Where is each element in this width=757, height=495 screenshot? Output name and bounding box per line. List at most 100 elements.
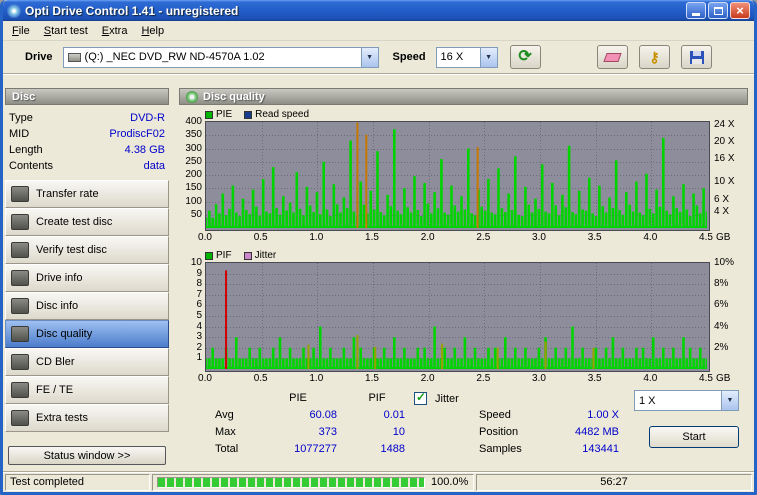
pie-y-axis-right: 24 X 20 X 16 X 10 X6 X4 X xyxy=(714,119,735,218)
pie-y-axis-left: 400 350 300 250 200 150 100 50 xyxy=(185,116,202,220)
transfer-rate-icon xyxy=(11,186,29,202)
title-bar[interactable]: Opti Drive Control 1.41 - unregistered × xyxy=(3,0,754,21)
avg-label: Avg xyxy=(215,409,234,421)
maximize-icon xyxy=(713,6,723,15)
start-button[interactable]: Start xyxy=(649,426,739,448)
pie-x-axis: 0.0 0.5 1.0 1.5 2.0 2.5 3.0 3.5 4.0 4.5 GB xyxy=(198,232,731,243)
status-text: Test completed xyxy=(5,473,150,491)
samples-value: 143441 xyxy=(582,443,619,455)
sidebar-item-transfer-rate[interactable]: Transfer rate xyxy=(5,180,169,208)
sidebar-item-label: CD Bler xyxy=(36,356,75,368)
pie-plot-area xyxy=(205,121,710,231)
test-speed-select[interactable]: 1 X ▼ xyxy=(634,390,739,411)
sidebar-item-disc-info[interactable]: Disc info xyxy=(5,292,169,320)
total-label: Total xyxy=(215,443,239,455)
disc-type-value: DVD-R xyxy=(130,112,165,124)
pie-chart-legend: PIE Read speed xyxy=(205,108,748,121)
disc-panel-header: Disc xyxy=(5,88,169,105)
register-button[interactable]: ⚷ xyxy=(639,45,670,69)
sidebar-item-cd-bler[interactable]: CD Bler xyxy=(5,348,169,376)
disc-mid-label: MID xyxy=(9,128,30,140)
close-icon: × xyxy=(736,3,744,18)
chevron-down-icon[interactable]: ▼ xyxy=(479,47,497,67)
disc-info-row: Length 4.38 GB xyxy=(9,142,165,158)
extra-tests-icon xyxy=(11,410,29,426)
chevron-down-icon[interactable]: ▼ xyxy=(721,391,738,410)
pie-column-header: PIE xyxy=(289,392,307,404)
sidebar-item-label: Verify test disc xyxy=(36,244,107,256)
speed-stat-value: 1.00 X xyxy=(587,409,619,421)
samples-label: Samples xyxy=(479,443,522,455)
minimize-button[interactable] xyxy=(686,2,706,19)
maximize-button[interactable] xyxy=(708,2,728,19)
progress-fill xyxy=(158,477,424,487)
pif-column-header: PIF xyxy=(368,392,386,404)
sidebar-item-label: Transfer rate xyxy=(36,188,99,200)
sidebar-item-drive-info[interactable]: Drive info xyxy=(5,264,169,292)
drive-info-icon xyxy=(11,270,29,286)
sidebar-item-create-test-disc[interactable]: Create test disc xyxy=(5,208,169,236)
progress-percent: 100.0% xyxy=(431,476,469,488)
pif-y-axis-right: 10% 8% 6% 4% 2% xyxy=(714,257,735,353)
position-value: 4482 MB xyxy=(574,426,619,438)
status-window-button[interactable]: Status window >> xyxy=(8,446,166,465)
drive-value: (Q:) _NEC DVD_RW ND-4570A 1.02 xyxy=(84,51,265,63)
speed-label: Speed xyxy=(392,51,426,63)
sidebar-item-disc-quality[interactable]: Disc quality xyxy=(5,320,169,348)
total-pif-value: 1488 xyxy=(380,443,405,455)
progress-cell: 100.0% xyxy=(152,473,474,491)
start-button-label: Start xyxy=(682,431,706,443)
sidebar-item-verify-test-disc[interactable]: Verify test disc xyxy=(5,236,169,264)
max-label: Max xyxy=(215,426,236,438)
sidebar-item-label: Disc info xyxy=(36,300,79,312)
disc-info-icon xyxy=(11,298,29,314)
disc-info-row: MID ProdiscF02 xyxy=(9,126,165,142)
speed-value: 16 X xyxy=(440,51,464,63)
disc-length-label: Length xyxy=(9,144,43,156)
total-pie-value: 1077277 xyxy=(294,443,337,455)
disc-info-table: Type DVD-R MID ProdiscF02 Length 4.38 GB… xyxy=(9,110,165,174)
disc-quality-icon xyxy=(186,90,198,103)
fe-te-icon xyxy=(11,382,29,398)
menu-start-test[interactable]: Start test xyxy=(37,23,95,39)
pie-chart: PIE Read speed 400 350 300 250 200 150 100 50 24… xyxy=(179,108,748,244)
elapsed-time-cell: 56:27 xyxy=(476,473,752,491)
menu-extra[interactable]: Extra xyxy=(95,23,135,39)
app-window: Opti Drive Control 1.41 - unregistered ×… xyxy=(0,0,757,495)
disc-contents-label: Contents xyxy=(9,160,54,172)
refresh-icon: ⟳ xyxy=(518,48,532,65)
pie-legend-swatch xyxy=(205,110,213,119)
drive-select[interactable]: (Q:) _NEC DVD_RW ND-4570A 1.02 ▼ xyxy=(62,46,379,68)
chevron-down-icon[interactable]: ▼ xyxy=(360,47,378,67)
cd-bler-icon xyxy=(11,354,29,370)
pif-chart: PIF Jitter 10 9 8 7 6 5 4 3 2 1 10% 8% 6% 4% 2% 0.0 0.5… xyxy=(179,249,748,385)
drive-label: Drive xyxy=(25,51,53,63)
pif-y-axis-left: 10 9 8 7 6 5 4 3 2 1 xyxy=(190,257,202,364)
save-button[interactable] xyxy=(681,45,712,69)
check-icon: ✓ xyxy=(416,390,427,404)
sidebar-item-extra-tests[interactable]: Extra tests xyxy=(5,404,169,432)
sidebar-item-label: Disc quality xyxy=(36,328,93,340)
pif-chart-legend: PIF Jitter xyxy=(205,249,748,262)
pif-legend-swatch xyxy=(205,251,213,260)
refresh-button[interactable]: ⟳ xyxy=(509,45,541,69)
close-button[interactable]: × xyxy=(730,2,750,19)
max-pie-value: 373 xyxy=(318,426,337,438)
menu-file[interactable]: File xyxy=(5,23,37,39)
disc-info-row: Contents data xyxy=(9,158,165,174)
disc-length-value: 4.38 GB xyxy=(124,144,165,156)
jitter-checkbox[interactable]: ✓ xyxy=(414,390,427,405)
toolbar: Drive (Q:) _NEC DVD_RW ND-4570A 1.02 ▼ S… xyxy=(3,41,754,74)
sidebar-item-label: Extra tests xyxy=(36,412,88,424)
disc-quality-header: Disc quality xyxy=(179,88,748,105)
sidebar-item-fe-te[interactable]: FE / TE xyxy=(5,376,169,404)
sidebar-item-label: Drive info xyxy=(36,272,83,284)
menu-help[interactable]: Help xyxy=(134,23,171,39)
erase-button[interactable] xyxy=(597,45,628,69)
status-window-label: Status window >> xyxy=(43,449,131,462)
speed-select[interactable]: 16 X ▼ xyxy=(435,46,498,68)
jitter-legend-swatch xyxy=(243,251,252,260)
pif-x-axis: 0.0 0.5 1.0 1.5 2.0 2.5 3.0 3.5 4.0 4.5 GB xyxy=(198,373,731,384)
verify-test-disc-icon xyxy=(11,242,29,258)
app-icon xyxy=(7,3,21,18)
